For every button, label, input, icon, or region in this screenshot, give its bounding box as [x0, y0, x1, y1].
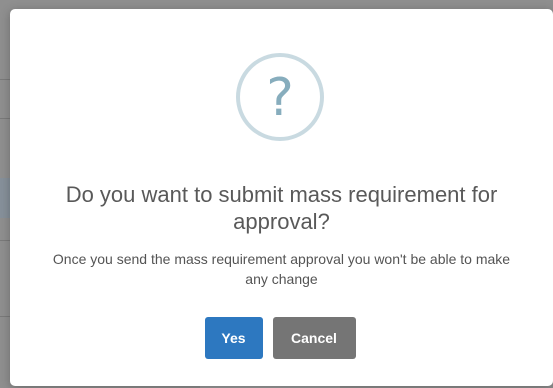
- question-mark-glyph: ?: [266, 68, 294, 128]
- dialog-message: Once you send the mass requirement appro…: [52, 251, 511, 287]
- dialog-title: Do you want to submit mass requirement f…: [65, 182, 498, 234]
- cancel-button[interactable]: Cancel: [272, 317, 356, 359]
- confirmation-dialog: ? Do you want to submit mass requirement…: [10, 9, 553, 386]
- dialog-actions: Yes Cancel: [10, 317, 553, 359]
- yes-button[interactable]: Yes: [204, 317, 263, 359]
- question-mark-icon: ?: [236, 53, 324, 141]
